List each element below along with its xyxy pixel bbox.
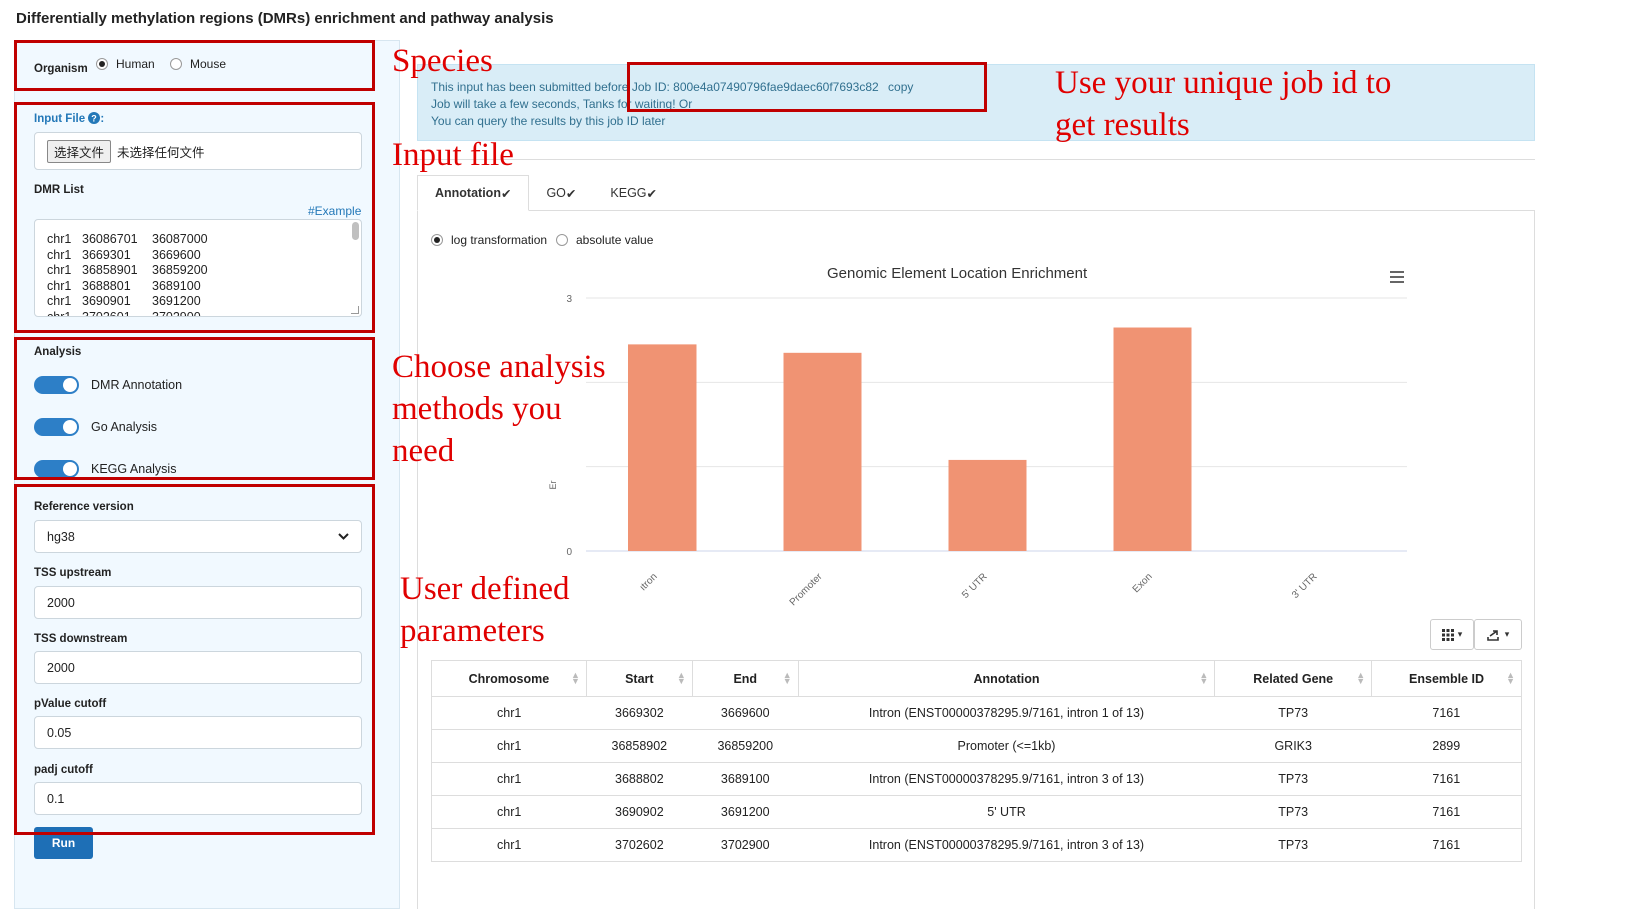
- table-cell: 3689100: [692, 762, 799, 796]
- table-cell: 3691200: [692, 795, 799, 829]
- table-cell: 36858902: [586, 729, 693, 763]
- export-icon: [1486, 629, 1499, 641]
- table-cell: chr1: [431, 762, 587, 796]
- column-header[interactable]: Annotation ▲ ▼: [797, 660, 1216, 697]
- column-header[interactable]: Chromosome ▲ ▼: [431, 660, 587, 697]
- chart-bar: [948, 459, 1027, 551]
- y-axis-label: Er: [548, 480, 558, 489]
- x-tick-label: 5' UTR: [960, 571, 990, 601]
- job-id-annotation: Use your unique job id to get results: [1055, 65, 1392, 143]
- table-cell: 3669302: [586, 696, 693, 730]
- export-button[interactable]: ▾: [1474, 619, 1522, 650]
- table-cell: 3702602: [586, 828, 693, 862]
- column-header[interactable]: End ▲ ▼: [691, 660, 799, 697]
- column-header[interactable]: Ensemble ID ▲ ▼: [1371, 660, 1522, 697]
- table-cell: TP73: [1214, 762, 1372, 796]
- sort-icon: ▲ ▼: [570, 670, 580, 686]
- table-cell: 7161: [1371, 696, 1522, 730]
- grid-icon: [1441, 628, 1454, 641]
- sort-icon: ▲ ▼: [1506, 670, 1515, 686]
- job-id-highlight-box: [627, 62, 987, 112]
- y-tick-label: 0: [566, 547, 572, 558]
- species-annotation: Species: [392, 43, 493, 79]
- table-cell: chr1: [431, 696, 587, 730]
- caret-down-icon: ▾: [1457, 629, 1463, 639]
- chart-bar-stub: [628, 480, 644, 551]
- table-cell: 7161: [1371, 762, 1522, 796]
- table-cell: 3669600: [692, 696, 799, 730]
- x-tick-label: Exon: [1131, 571, 1155, 595]
- x-tick-label: Promoter: [788, 571, 825, 608]
- y-tick-label: 3: [566, 294, 572, 305]
- table-row: chr1 3702602 3702900 Intron (ENST0000037829…: [431, 828, 1522, 862]
- column-header[interactable]: Related Gene ▲ ▼: [1214, 660, 1373, 697]
- parameters-annotation: User defined parameters: [400, 571, 570, 649]
- table-row: chr1 36858902 36859200 Promoter (<=1kb) GRIK…: [431, 729, 1522, 763]
- table-cell: 3688802: [586, 762, 693, 796]
- table-cell: 2899: [1371, 729, 1522, 763]
- table-cell: chr1: [431, 795, 587, 829]
- input-file-annotation: Input file: [392, 137, 514, 173]
- parameters-highlight-box: [14, 484, 375, 835]
- table-cell: chr1: [431, 828, 587, 862]
- chart-bar: [1113, 327, 1192, 551]
- table-cell: TP73: [1214, 696, 1372, 730]
- column-header[interactable]: Start ▲ ▼: [585, 660, 693, 697]
- table-cell: Intron (ENST00000378295.9/7161, intron 3…: [798, 762, 1215, 796]
- column-toggle-button[interactable]: ▾: [1430, 619, 1474, 650]
- sort-icon: ▲ ▼: [1199, 670, 1209, 686]
- caret-down-icon: ▾: [1504, 629, 1510, 639]
- table-cell: 3702900: [692, 828, 799, 862]
- results-table: Chromosome ▲ ▼ Start ▲ ▼ End ▲ ▼ Annotation ▲ ▼ Rela…: [431, 660, 1522, 862]
- table-cell: 7161: [1371, 828, 1522, 862]
- table-cell: Intron (ENST00000378295.9/7161, intron 1…: [798, 696, 1215, 730]
- x-tick-label: 3' UTR: [1290, 571, 1320, 601]
- sort-icon: ▲ ▼: [782, 670, 792, 686]
- table-cell: 36859200: [692, 729, 799, 763]
- x-tick-label: ıtron: [638, 571, 660, 593]
- table-cell: TP73: [1214, 795, 1372, 829]
- table-cell: GRIK3: [1214, 729, 1372, 763]
- chart-bar: [783, 352, 862, 551]
- analysis-annotation: Choose analysis methods you need: [392, 349, 606, 469]
- table-cell: 7161: [1371, 795, 1522, 829]
- table-cell: TP73: [1214, 828, 1372, 862]
- sort-icon: ▲ ▼: [1356, 670, 1366, 686]
- analysis-highlight-box: [14, 337, 375, 480]
- table-cell: 3690902: [586, 795, 693, 829]
- organism-highlight-box: [14, 40, 375, 91]
- sort-icon: ▲ ▼: [676, 670, 686, 686]
- table-row: chr1 3669302 3669600 Intron (ENST0000037829…: [431, 696, 1522, 730]
- table-row: chr1 3688802 3689100 Intron (ENST0000037829…: [431, 762, 1522, 796]
- table-cell: chr1: [431, 729, 587, 763]
- table-cell: Intron (ENST00000378295.9/7161, intron 3…: [798, 828, 1215, 862]
- input-file-highlight-box: [14, 102, 375, 333]
- table-row: chr1 3690902 3691200 5' UTR TP73 7161: [431, 795, 1522, 829]
- table-cell: 5' UTR: [798, 795, 1215, 829]
- table-cell: Promoter (<=1kb): [798, 729, 1215, 763]
